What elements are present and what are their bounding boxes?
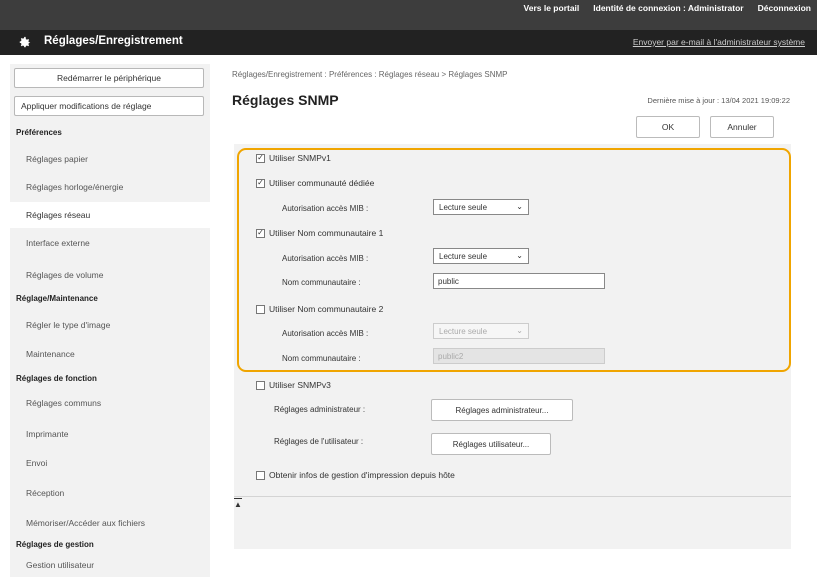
dedicated-community-checkbox[interactable]: ✓ <box>256 178 265 188</box>
user-name: Administrator <box>687 3 744 13</box>
sidebar-item-receive[interactable]: Réception <box>10 480 210 506</box>
last-update: Dernière mise à jour : 13/04 2021 19:09:… <box>647 96 790 105</box>
email-admin-link[interactable]: Envoyer par e-mail à l'administrateur sy… <box>633 37 805 47</box>
page-title: Réglages SNMP <box>232 92 339 108</box>
use-snmpv1-label: Utiliser SNMPv1 <box>269 153 331 163</box>
sidebar: Redémarrer le périphérique Appliquer mod… <box>10 64 210 577</box>
dedicated-mib-access-label: Autorisation accès MIB : <box>282 204 369 213</box>
divider <box>234 496 791 497</box>
sidebar-section-function: Réglages de fonction <box>16 374 97 383</box>
chevron-down-icon: ⌄ <box>516 202 523 211</box>
sidebar-item-network[interactable]: Réglages réseau <box>10 202 210 228</box>
community2-name-label: Nom communautaire : <box>282 354 361 363</box>
community1-mib-access-select[interactable]: Lecture seule ⌄ <box>433 248 529 264</box>
chevron-down-icon: ⌄ <box>516 251 523 260</box>
login-identity-label: Identité de connexion : <box>593 3 686 13</box>
login-identity: Identité de connexion : Administrator <box>593 3 743 13</box>
apply-changes-button[interactable]: Appliquer modifications de réglage <box>14 96 204 116</box>
community2-mib-access-value: Lecture seule <box>439 326 488 336</box>
host-info-checkbox[interactable] <box>256 470 265 480</box>
dedicated-mib-access-value: Lecture seule <box>439 202 488 212</box>
admin-settings-button[interactable]: Réglages administrateur... <box>431 399 573 421</box>
sidebar-section-adjust-maintenance: Réglage/Maintenance <box>16 294 98 303</box>
sidebar-item-external-interface[interactable]: Interface externe <box>10 230 210 256</box>
dedicated-mib-access-select[interactable]: Lecture seule ⌄ <box>433 199 529 215</box>
host-info-label: Obtenir infos de gestion d'impression de… <box>269 470 455 480</box>
use-snmpv3-label: Utiliser SNMPv3 <box>269 380 331 390</box>
community1-mib-access-label: Autorisation accès MIB : <box>282 254 369 263</box>
community2-checkbox[interactable] <box>256 304 265 314</box>
use-snmpv3-checkbox[interactable] <box>256 380 265 390</box>
community1-name-label: Nom communautaire : <box>282 278 361 287</box>
community1-label: Utiliser Nom communautaire 1 <box>269 228 384 238</box>
checkmark-icon: ✓ <box>257 228 264 237</box>
sidebar-item-clock-energy[interactable]: Réglages horloge/énergie <box>10 174 210 200</box>
top-bar: Vers le portail Identité de connexion : … <box>0 0 817 30</box>
sidebar-item-send[interactable]: Envoi <box>10 450 210 476</box>
community2-name-input[interactable]: public2 <box>433 348 605 364</box>
community1-row[interactable]: ✓ Utiliser Nom communautaire 1 <box>256 228 383 238</box>
use-snmpv1-checkbox[interactable]: ✓ <box>256 153 265 163</box>
community1-checkbox[interactable]: ✓ <box>256 228 265 238</box>
app-title: Réglages/Enregistrement <box>44 35 183 47</box>
user-settings-button[interactable]: Réglages utilisateur... <box>431 433 551 455</box>
sidebar-item-common[interactable]: Réglages communs <box>10 390 210 416</box>
checkmark-icon: ✓ <box>257 178 264 187</box>
community1-name-input[interactable]: public <box>433 273 605 289</box>
logout-link[interactable]: Déconnexion <box>758 3 811 13</box>
chevron-down-icon: ⌄ <box>516 326 523 335</box>
community2-label: Utiliser Nom communautaire 2 <box>269 304 384 314</box>
checkmark-icon: ✓ <box>257 153 264 162</box>
app-header: Réglages/Enregistrement Envoyer par e-ma… <box>0 30 817 55</box>
sidebar-item-user-management[interactable]: Gestion utilisateur <box>10 554 210 576</box>
use-snmpv3-row[interactable]: Utiliser SNMPv3 <box>256 380 331 390</box>
community2-mib-access-select[interactable]: Lecture seule ⌄ <box>433 323 529 339</box>
breadcrumb: Réglages/Enregistrement : Préférences : … <box>232 70 508 79</box>
dedicated-community-label: Utiliser communauté dédiée <box>269 178 375 188</box>
gear-icon <box>19 36 31 48</box>
dedicated-community-row[interactable]: ✓ Utiliser communauté dédiée <box>256 178 374 188</box>
sidebar-item-volume[interactable]: Réglages de volume <box>10 262 210 288</box>
community1-mib-access-value: Lecture seule <box>439 251 488 261</box>
community2-mib-access-label: Autorisation accès MIB : <box>282 329 369 338</box>
use-snmpv1-row[interactable]: ✓ Utiliser SNMPv1 <box>256 153 331 163</box>
community2-row[interactable]: Utiliser Nom communautaire 2 <box>256 304 383 314</box>
ok-button[interactable]: OK <box>636 116 700 138</box>
sidebar-item-maintenance[interactable]: Maintenance <box>10 341 210 367</box>
sidebar-section-management: Réglages de gestion <box>16 540 94 549</box>
admin-settings-label: Réglages administrateur : <box>274 405 366 414</box>
restart-device-button[interactable]: Redémarrer le périphérique <box>14 68 204 88</box>
main-content: Réglages/Enregistrement : Préférences : … <box>222 64 812 577</box>
sidebar-item-store-access-files[interactable]: Mémoriser/Accéder aux fichiers <box>10 510 210 536</box>
portal-link[interactable]: Vers le portail <box>524 3 580 13</box>
arrow-to-top-icon[interactable]: ▲ <box>234 498 242 509</box>
user-settings-label: Réglages de l'utilisateur : <box>274 437 364 446</box>
sidebar-item-image-type[interactable]: Régler le type d'image <box>10 312 210 338</box>
cancel-button[interactable]: Annuler <box>710 116 774 138</box>
top-links: Vers le portail Identité de connexion : … <box>524 3 811 13</box>
sidebar-item-printer[interactable]: Imprimante <box>10 421 210 447</box>
host-info-row[interactable]: Obtenir infos de gestion d'impression de… <box>256 470 455 480</box>
sidebar-section-preferences: Préférences <box>16 128 62 137</box>
sidebar-item-paper[interactable]: Réglages papier <box>10 146 210 172</box>
